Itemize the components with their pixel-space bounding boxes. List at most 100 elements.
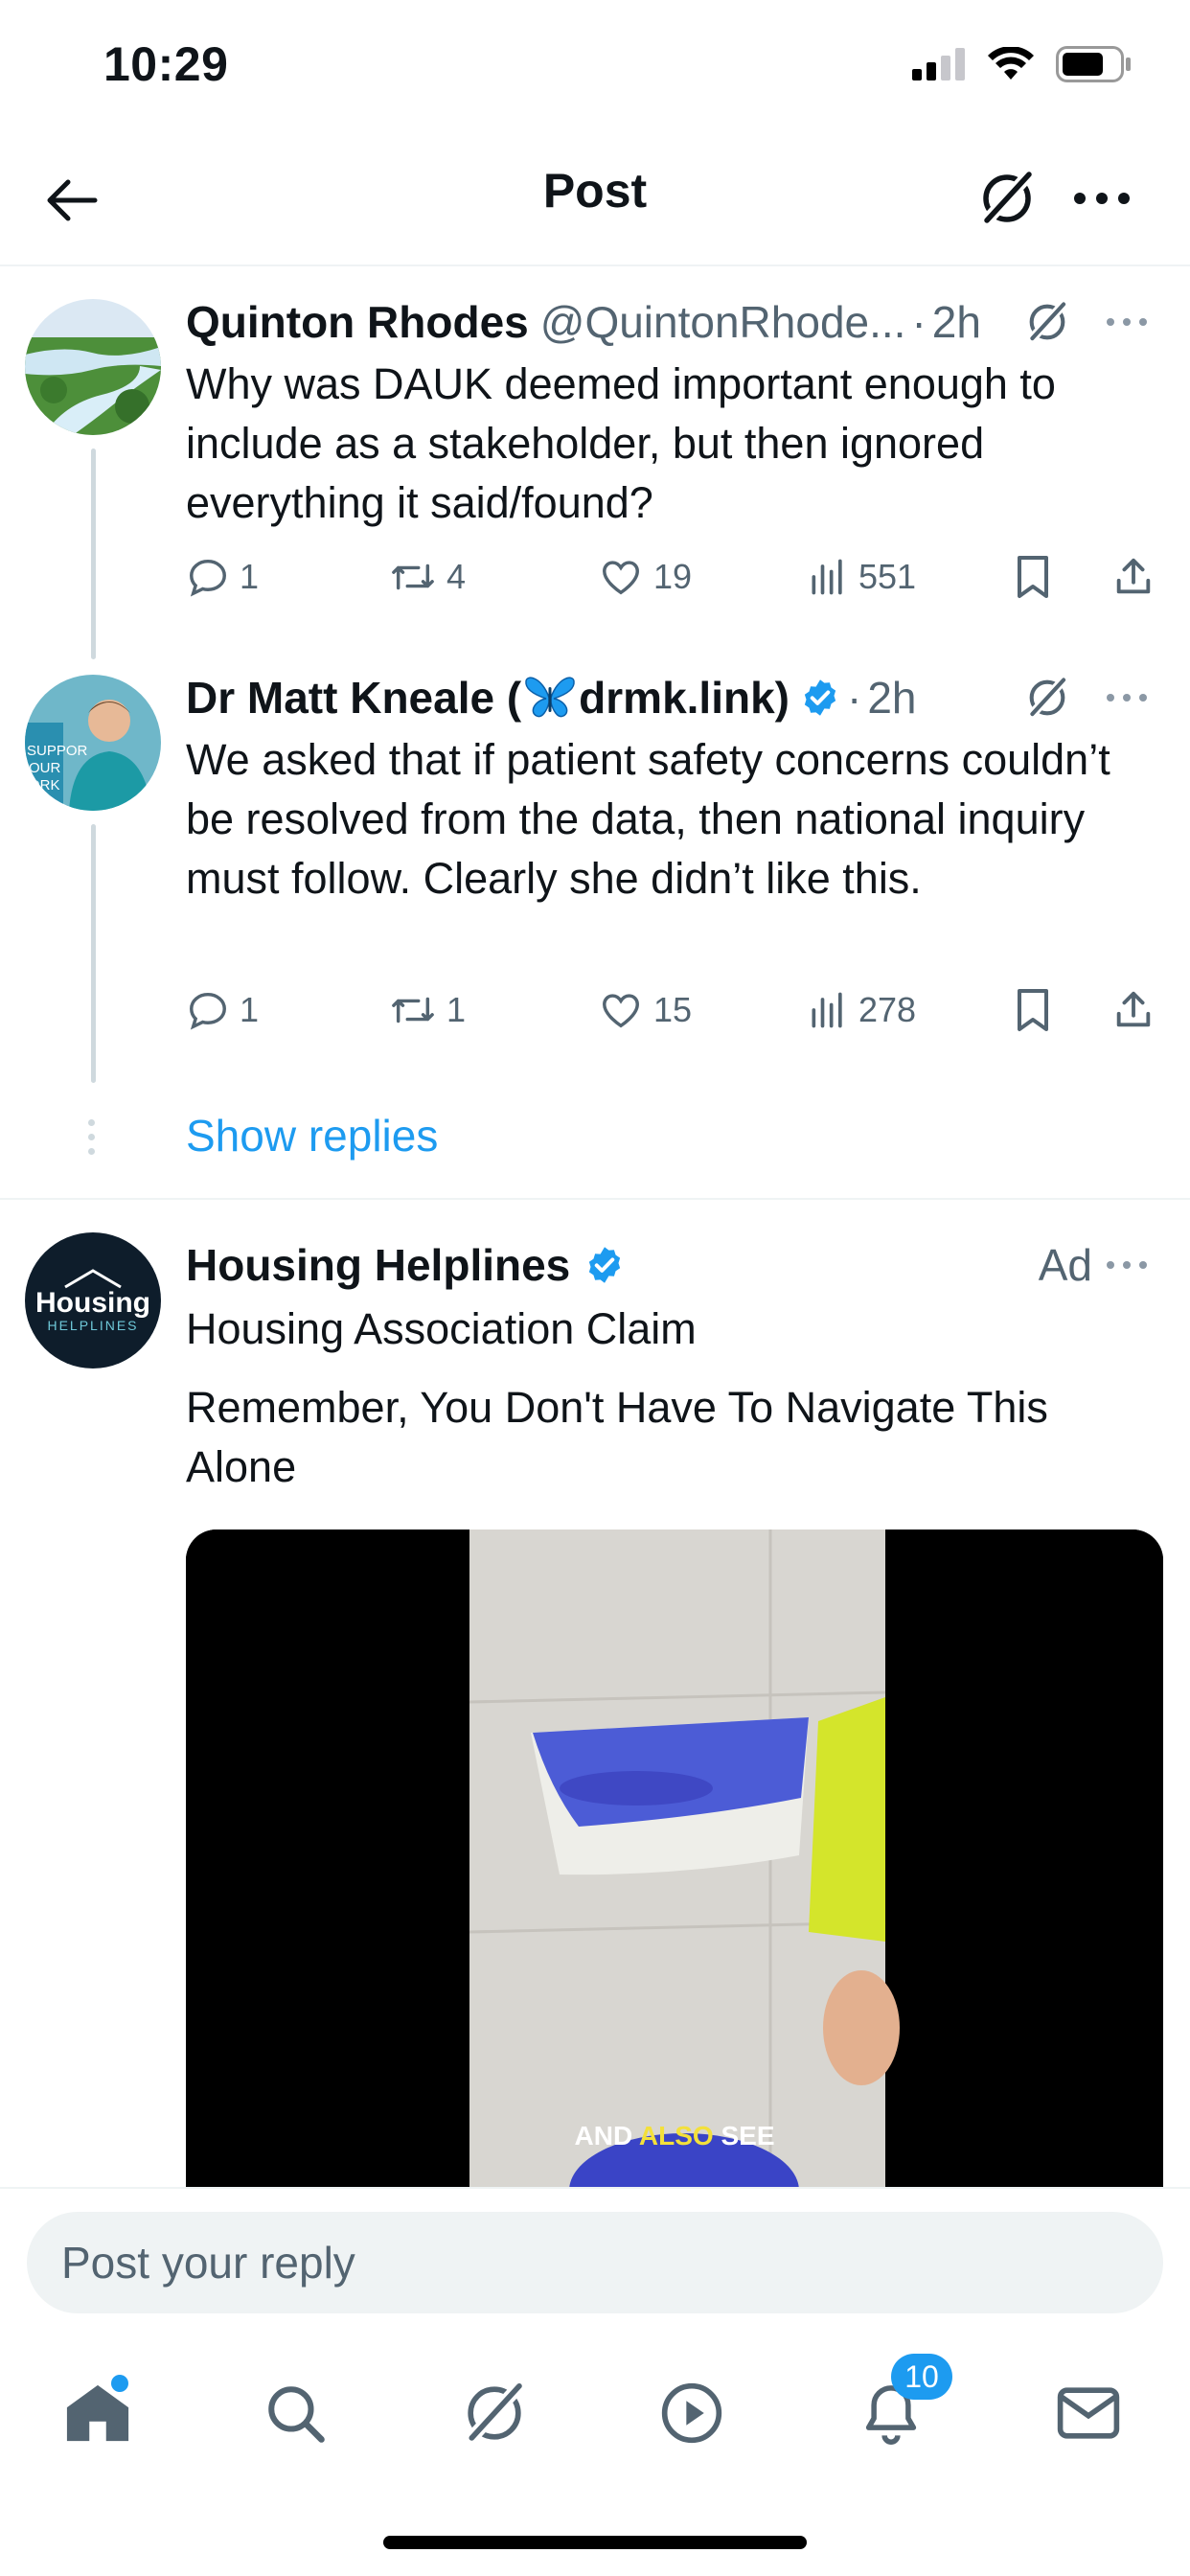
ad-header: Housing Helplines Ad: [186, 1236, 1171, 1294]
avatar-river-landscape: [25, 299, 161, 435]
wifi-icon: [988, 47, 1034, 80]
more-dots-icon[interactable]: [1106, 1260, 1148, 1270]
tweet-actions: 1 4 19 551: [186, 548, 1163, 606]
views-chart-icon: [812, 559, 842, 595]
tab-video[interactable]: [644, 2365, 740, 2461]
like-count: 15: [653, 990, 693, 1029]
video-caption-part-1: AND: [575, 2121, 639, 2150]
butterfly-emoji-icon: [525, 677, 575, 718]
ad-logo-text: Housing: [35, 1287, 150, 1319]
like-button[interactable]: 15: [598, 981, 692, 1039]
views-count: 551: [858, 557, 917, 596]
tweet-text: We asked that if patient safety concerns…: [186, 735, 1110, 903]
tweet-matt-kneale[interactable]: SUPPOR OUR ORK Dr Matt Kneale ( drmk.lin…: [0, 650, 1190, 1091]
grok-button[interactable]: [973, 165, 1041, 232]
more-dots-icon[interactable]: [1106, 317, 1148, 327]
reply-bar: Post your reply: [0, 2187, 1190, 2321]
tweet-actions: 1 1 15 278: [186, 981, 1163, 1039]
author-name-suffix[interactable]: drmk.link): [579, 672, 790, 724]
bookmark-button[interactable]: [1014, 548, 1052, 606]
repost-icon: [392, 564, 434, 590]
tweet-header-icons: [1025, 676, 1148, 720]
tweet-header: Dr Matt Kneale ( drmk.link) · 2h: [186, 669, 1171, 726]
ad-label: Ad: [1038, 1240, 1092, 1290]
share-button[interactable]: [1111, 981, 1156, 1039]
repost-button[interactable]: 1: [389, 981, 466, 1039]
views-count: 278: [858, 990, 917, 1029]
reply-count: 1: [240, 557, 260, 596]
bookmark-button[interactable]: [1014, 981, 1052, 1039]
share-button[interactable]: [1111, 548, 1156, 606]
tab-search[interactable]: [247, 2365, 343, 2461]
views-button[interactable]: 551: [807, 548, 916, 606]
share-icon: [1116, 558, 1151, 594]
show-replies-link[interactable]: Show replies: [186, 1110, 438, 1162]
bookmark-icon: [1018, 556, 1048, 598]
home-unread-dot: [111, 2375, 128, 2392]
post-time: 2h: [867, 673, 917, 723]
ad-logo-subtext: HELPLINES: [47, 1318, 139, 1333]
cellular-signal-icon: [912, 48, 965, 80]
grok-icon: [465, 2381, 524, 2445]
thread-continuation-dots: [88, 1119, 95, 1155]
battery-icon: [1056, 46, 1131, 82]
more-options-button[interactable]: [1064, 165, 1140, 232]
tab-home[interactable]: [50, 2365, 146, 2461]
grok-icon[interactable]: [1025, 676, 1069, 720]
play-circle-icon: [661, 2382, 722, 2444]
share-icon: [1116, 991, 1151, 1027]
ad-avatar[interactable]: Housing HELPLINES: [25, 1232, 161, 1368]
notifications-badge: 10: [891, 2354, 952, 2400]
ad-video[interactable]: AND ALSO SEE: [186, 1530, 1163, 2191]
verified-badge-icon: [804, 679, 836, 716]
views-button[interactable]: 278: [807, 981, 916, 1039]
advertiser-name[interactable]: Housing Helplines: [186, 1239, 570, 1291]
repost-icon: [392, 997, 434, 1024]
reply-input[interactable]: Post your reply: [27, 2212, 1163, 2313]
tweet-header-icons: [1025, 300, 1148, 344]
bookmark-icon: [1018, 989, 1048, 1031]
tab-grok[interactable]: [446, 2365, 542, 2461]
svg-text:AND ALSO SEE: AND ALSO SEE: [575, 2121, 775, 2150]
divider: [0, 1198, 1190, 1200]
reply-button[interactable]: 1: [186, 981, 259, 1039]
tab-notifications[interactable]: 10: [843, 2354, 952, 2461]
author-handle[interactable]: @QuintonRhode...: [540, 296, 906, 348]
ad-header-icons: Ad: [1039, 1239, 1148, 1291]
home-indicator: [383, 2536, 807, 2549]
repost-button[interactable]: 4: [389, 548, 466, 606]
avatar[interactable]: SUPPOR OUR ORK: [25, 675, 161, 811]
repost-count: 1: [446, 990, 467, 1029]
views-chart-icon: [812, 992, 842, 1028]
tab-messages[interactable]: [1041, 2365, 1136, 2461]
ad-title: Housing Association Claim: [186, 1304, 697, 1353]
heart-icon: [603, 994, 639, 1028]
reply-icon: [190, 992, 226, 1030]
grok-icon: [980, 170, 1034, 227]
status-time: 10:29: [103, 37, 229, 91]
status-bar: 10:29: [0, 0, 1190, 134]
grok-icon[interactable]: [1025, 300, 1069, 344]
thread-line: [91, 824, 96, 1083]
reply-count: 1: [240, 990, 260, 1029]
author-name-prefix[interactable]: Dr Matt Kneale (: [186, 672, 521, 724]
like-button[interactable]: 19: [598, 548, 692, 606]
mail-icon: [1057, 2387, 1120, 2439]
tweet-header: Quinton Rhodes @QuintonRhode... · 2h: [186, 293, 1171, 351]
tweet-quinton-rhodes[interactable]: Quinton Rhodes @QuintonRhode... · 2h Why…: [0, 266, 1190, 659]
ad-text: Remember, You Don't Have To Navigate Thi…: [186, 1383, 1048, 1491]
avatar-photo: SUPPOR OUR ORK: [25, 675, 161, 811]
search-icon: [268, 2386, 325, 2443]
separator-dot: ·: [847, 673, 862, 723]
video-caption-part-2: ALSO: [639, 2121, 714, 2150]
more-dots-icon[interactable]: [1106, 693, 1148, 702]
house-roof-icon: [64, 1269, 122, 1289]
avatar[interactable]: [25, 299, 161, 435]
svg-text:SUPPOR: SUPPOR: [27, 743, 88, 759]
tweet-text: Why was DAUK deemed important enough to …: [186, 359, 1056, 527]
svg-text:ORK: ORK: [29, 777, 60, 794]
reply-button[interactable]: 1: [186, 548, 259, 606]
heart-icon: [603, 561, 639, 595]
more-dots-icon: [1074, 193, 1130, 204]
author-name[interactable]: Quinton Rhodes: [186, 296, 529, 348]
